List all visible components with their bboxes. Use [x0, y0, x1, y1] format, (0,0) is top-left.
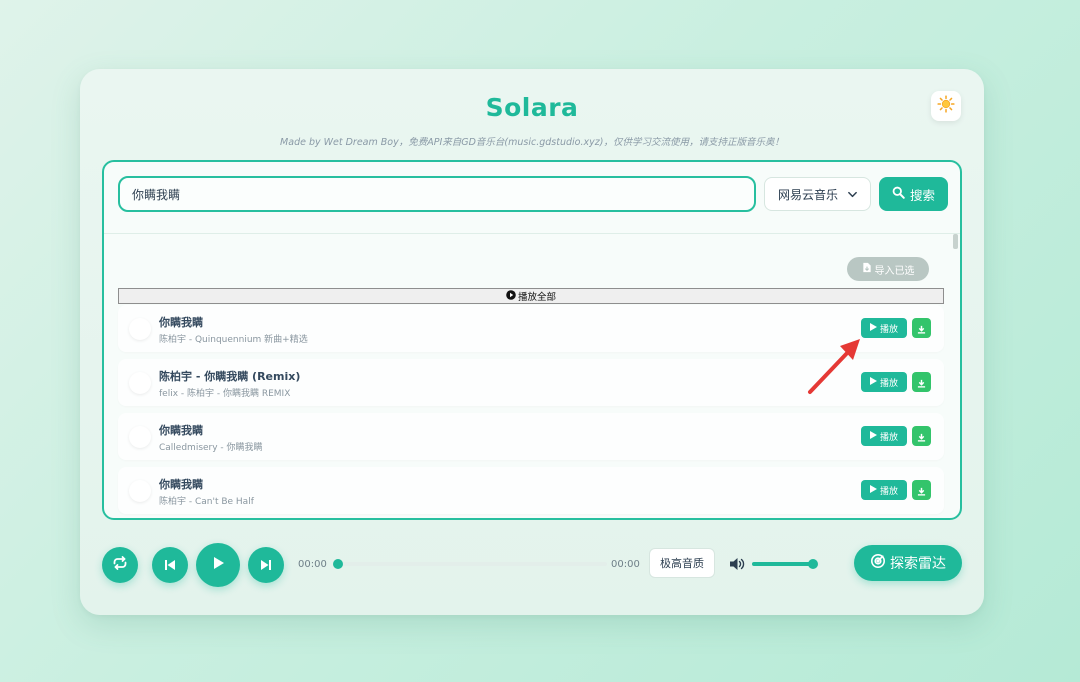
- divider: [104, 233, 960, 234]
- song-select-checkbox[interactable]: [129, 426, 151, 448]
- import-selected-label: 导入已选: [874, 265, 915, 277]
- search-bar: 网易云音乐 搜索: [118, 176, 948, 212]
- song-item[interactable]: 陈柏宇 - 你瞒我瞒 (Remix) felix - 陈柏宇 - 你瞒我瞒 RE…: [118, 359, 944, 406]
- song-play-label: 播放: [879, 432, 898, 443]
- progress-bar[interactable]: [333, 559, 607, 569]
- radar-icon: [870, 553, 886, 573]
- play-all-button[interactable]: 播放全部: [118, 288, 944, 304]
- repeat-mode-button[interactable]: [102, 547, 138, 583]
- search-input[interactable]: [118, 176, 756, 212]
- play-icon: [869, 376, 877, 388]
- search-button-label: 搜索: [909, 187, 935, 203]
- app-title: Solara: [485, 93, 579, 122]
- duration-time: 00:00: [611, 559, 640, 570]
- volume-icon[interactable]: [729, 556, 745, 575]
- song-play-label: 播放: [879, 378, 898, 389]
- explore-radar-button[interactable]: 探索雷达: [854, 545, 962, 581]
- play-pause-button[interactable]: [196, 543, 240, 587]
- song-name: 你瞒我瞒: [159, 478, 203, 491]
- song-select-checkbox[interactable]: [129, 318, 151, 340]
- download-icon: [917, 373, 926, 392]
- download-icon: [917, 481, 926, 500]
- song-item[interactable]: 你瞒我瞒 陈柏宇 - Can't Be Half 播放: [118, 467, 944, 514]
- song-item[interactable]: 你瞒我瞒 陈柏宇 - Quinquennium 新曲+精选 播放: [118, 305, 944, 352]
- song-play-button[interactable]: 播放: [861, 318, 907, 338]
- song-list: 你瞒我瞒 陈柏宇 - Quinquennium 新曲+精选 播放 陈柏宇 - 你…: [118, 305, 944, 518]
- import-file-icon: [862, 262, 872, 276]
- app-window: Solara Made by Wet Dream Boy，免费API来自GD音乐…: [80, 69, 984, 615]
- play-icon: [869, 322, 877, 334]
- song-download-button[interactable]: [912, 318, 931, 338]
- song-play-button[interactable]: 播放: [861, 372, 907, 392]
- song-meta: 陈柏宇 - Can't Be Half: [159, 497, 254, 507]
- song-play-label: 播放: [879, 324, 898, 335]
- player-bar: 00:00 00:00 极高音质 探索雷达: [102, 543, 962, 587]
- play-icon: [869, 484, 877, 496]
- skip-forward-icon: [260, 556, 272, 575]
- song-play-button[interactable]: 播放: [861, 480, 907, 500]
- music-source-select[interactable]: 网易云音乐: [764, 177, 871, 211]
- song-name: 你瞒我瞒: [159, 424, 203, 437]
- download-icon: [917, 319, 926, 338]
- song-select-checkbox[interactable]: [129, 372, 151, 394]
- repeat-icon: [112, 555, 128, 575]
- quality-button[interactable]: 极高音质: [649, 548, 715, 578]
- previous-track-button[interactable]: [152, 547, 188, 583]
- song-play-button[interactable]: 播放: [861, 426, 907, 446]
- sun-icon: [937, 95, 955, 117]
- volume-slider[interactable]: [752, 559, 820, 569]
- progress-knob[interactable]: [333, 559, 343, 569]
- search-button[interactable]: 搜索: [879, 177, 948, 211]
- current-time: 00:00: [298, 559, 327, 570]
- song-download-button[interactable]: [912, 480, 931, 500]
- play-icon: [210, 555, 226, 575]
- play-all-label: 播放全部: [517, 292, 556, 303]
- play-circle-icon: [506, 289, 516, 303]
- search-icon: [892, 186, 905, 202]
- song-meta: Calledmisery - 你瞒我瞒: [159, 443, 263, 453]
- skip-back-icon: [164, 556, 176, 575]
- search-results-panel: 网易云音乐 搜索 导入已选 播放全部: [102, 160, 962, 520]
- song-download-button[interactable]: [912, 372, 931, 392]
- song-download-button[interactable]: [912, 426, 931, 446]
- next-track-button[interactable]: [248, 547, 284, 583]
- song-item[interactable]: 你瞒我瞒 Calledmisery - 你瞒我瞒 播放: [118, 413, 944, 460]
- download-icon: [917, 427, 926, 446]
- results-scrollbar[interactable]: [953, 234, 958, 249]
- app-subtitle: Made by Wet Dream Boy，免费API来自GD音乐台(music…: [280, 137, 784, 148]
- volume-knob[interactable]: [808, 559, 819, 569]
- song-meta: felix - 陈柏宇 - 你瞒我瞒 REMIX: [159, 389, 291, 399]
- import-selected-button[interactable]: 导入已选: [847, 257, 929, 281]
- song-name: 你瞒我瞒: [159, 316, 203, 329]
- song-meta: 陈柏宇 - Quinquennium 新曲+精选: [159, 335, 308, 345]
- song-select-checkbox[interactable]: [129, 480, 151, 502]
- song-play-label: 播放: [879, 486, 898, 497]
- explore-radar-label: 探索雷达: [890, 556, 946, 572]
- play-icon: [869, 430, 877, 442]
- theme-toggle-button[interactable]: [931, 91, 961, 121]
- music-source-label: 网易云音乐: [778, 187, 839, 202]
- volume-fill: [752, 562, 814, 566]
- song-name: 陈柏宇 - 你瞒我瞒 (Remix): [159, 370, 301, 383]
- chevron-down-icon: [847, 189, 858, 203]
